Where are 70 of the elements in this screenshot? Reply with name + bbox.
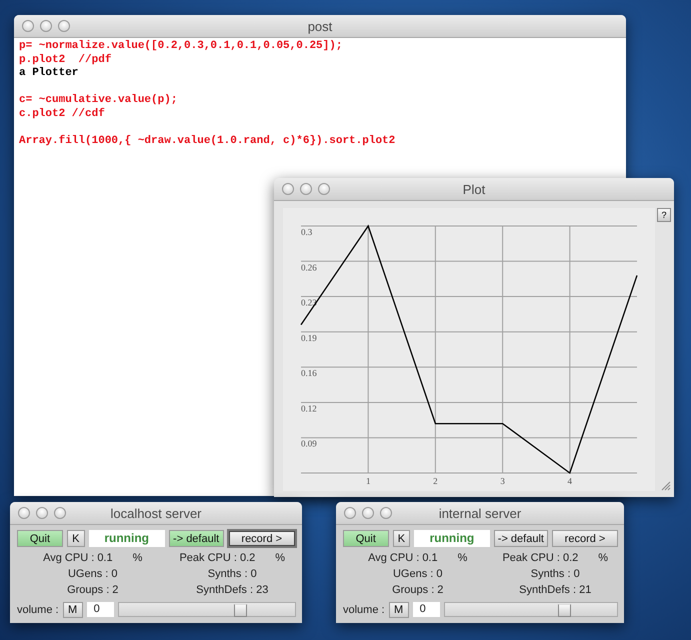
unit-label: %	[458, 551, 468, 565]
resize-grip-icon[interactable]	[661, 481, 671, 491]
record-button[interactable]: record >	[228, 530, 296, 547]
close-button[interactable]	[18, 507, 30, 519]
y-tick-label: 0.16	[301, 368, 317, 378]
unit-label: %	[598, 551, 608, 565]
status-field: running	[414, 530, 490, 547]
zoom-button[interactable]	[58, 20, 70, 32]
mute-button[interactable]: M	[62, 602, 83, 618]
window-title: localhost server	[110, 506, 202, 520]
close-button[interactable]	[22, 20, 34, 32]
minimize-button[interactable]	[40, 20, 52, 32]
stat-label: Groups : 2	[392, 583, 444, 597]
stat-label: UGens : 0	[68, 567, 118, 581]
y-tick-label: 0.12	[301, 403, 317, 414]
default-button[interactable]: -> default	[168, 530, 224, 547]
kill-button[interactable]: K	[392, 530, 410, 547]
code-line: c.plot2 //cdf	[19, 108, 105, 121]
stat-label: SynthDefs : 21	[519, 583, 592, 597]
mute-button[interactable]: M	[388, 602, 409, 618]
default-button[interactable]: -> default	[494, 530, 548, 547]
stat-label: UGens : 0	[392, 567, 443, 581]
x-tick-label: 1	[366, 476, 370, 486]
record-button[interactable]: record >	[552, 530, 618, 547]
zoom-button[interactable]	[318, 183, 330, 195]
kill-button[interactable]: K	[66, 530, 85, 547]
x-tick-label: 3	[500, 476, 505, 486]
unit-label: %	[132, 551, 142, 565]
volume-label: volume :	[343, 604, 385, 616]
help-button[interactable]: ?	[657, 208, 671, 222]
stat-label: Avg CPU : 0.1	[43, 551, 113, 565]
y-tick-label: 0.26	[301, 262, 317, 272]
zoom-button[interactable]	[54, 507, 66, 519]
zoom-button[interactable]	[380, 507, 392, 519]
code-line: c= ~cumulative.value(p);	[19, 94, 178, 108]
code-line: p= ~normalize.value([0.2,0.3,0.1,0.1,0.05,0.25]);	[19, 40, 342, 54]
x-tick-label: 2	[433, 476, 438, 486]
quit-button[interactable]: Quit	[17, 530, 63, 547]
unit-label: %	[275, 551, 286, 565]
stat-label: Peak CPU : 0.2	[179, 551, 256, 565]
code-line: Array.fill(1000,{ ~draw.value(1.0.rand, c)*6}).sort.plot2	[19, 134, 396, 148]
close-button[interactable]	[282, 183, 294, 195]
volume-field[interactable]: 0	[412, 602, 440, 617]
volume-slider[interactable]	[444, 602, 618, 617]
stat-label: Peak CPU : 0.2	[502, 551, 578, 565]
slider-thumb[interactable]	[558, 604, 571, 617]
volume-slider[interactable]	[118, 602, 296, 617]
y-tick-label: 0.09	[301, 438, 317, 449]
stat-label: SynthDefs : 23	[196, 583, 268, 597]
volume-field[interactable]: 0	[86, 602, 114, 617]
minimize-button[interactable]	[300, 183, 312, 195]
output-line: a Plotter	[19, 67, 78, 80]
window-title: post	[308, 18, 332, 34]
y-tick-label: 0.3	[301, 227, 312, 237]
close-button[interactable]	[344, 507, 356, 519]
code-line: p.plot2 //pdf	[19, 54, 112, 67]
volume-label: volume :	[17, 604, 59, 616]
minimize-button[interactable]	[36, 507, 48, 519]
stat-label: Synths : 0	[208, 567, 257, 581]
minimize-button[interactable]	[362, 507, 374, 519]
stat-label: Groups : 2	[67, 583, 118, 597]
quit-button[interactable]: Quit	[343, 530, 389, 547]
stat-label: Avg CPU : 0.1	[368, 551, 438, 565]
status-field: running	[88, 530, 165, 547]
x-tick-label: 4	[568, 476, 572, 486]
window-title: internal server	[438, 506, 522, 520]
window-title: Plot	[462, 182, 486, 196]
y-tick-label: 0.19	[301, 332, 317, 343]
stat-label: Synths : 0	[530, 567, 580, 581]
slider-thumb[interactable]	[234, 604, 248, 617]
